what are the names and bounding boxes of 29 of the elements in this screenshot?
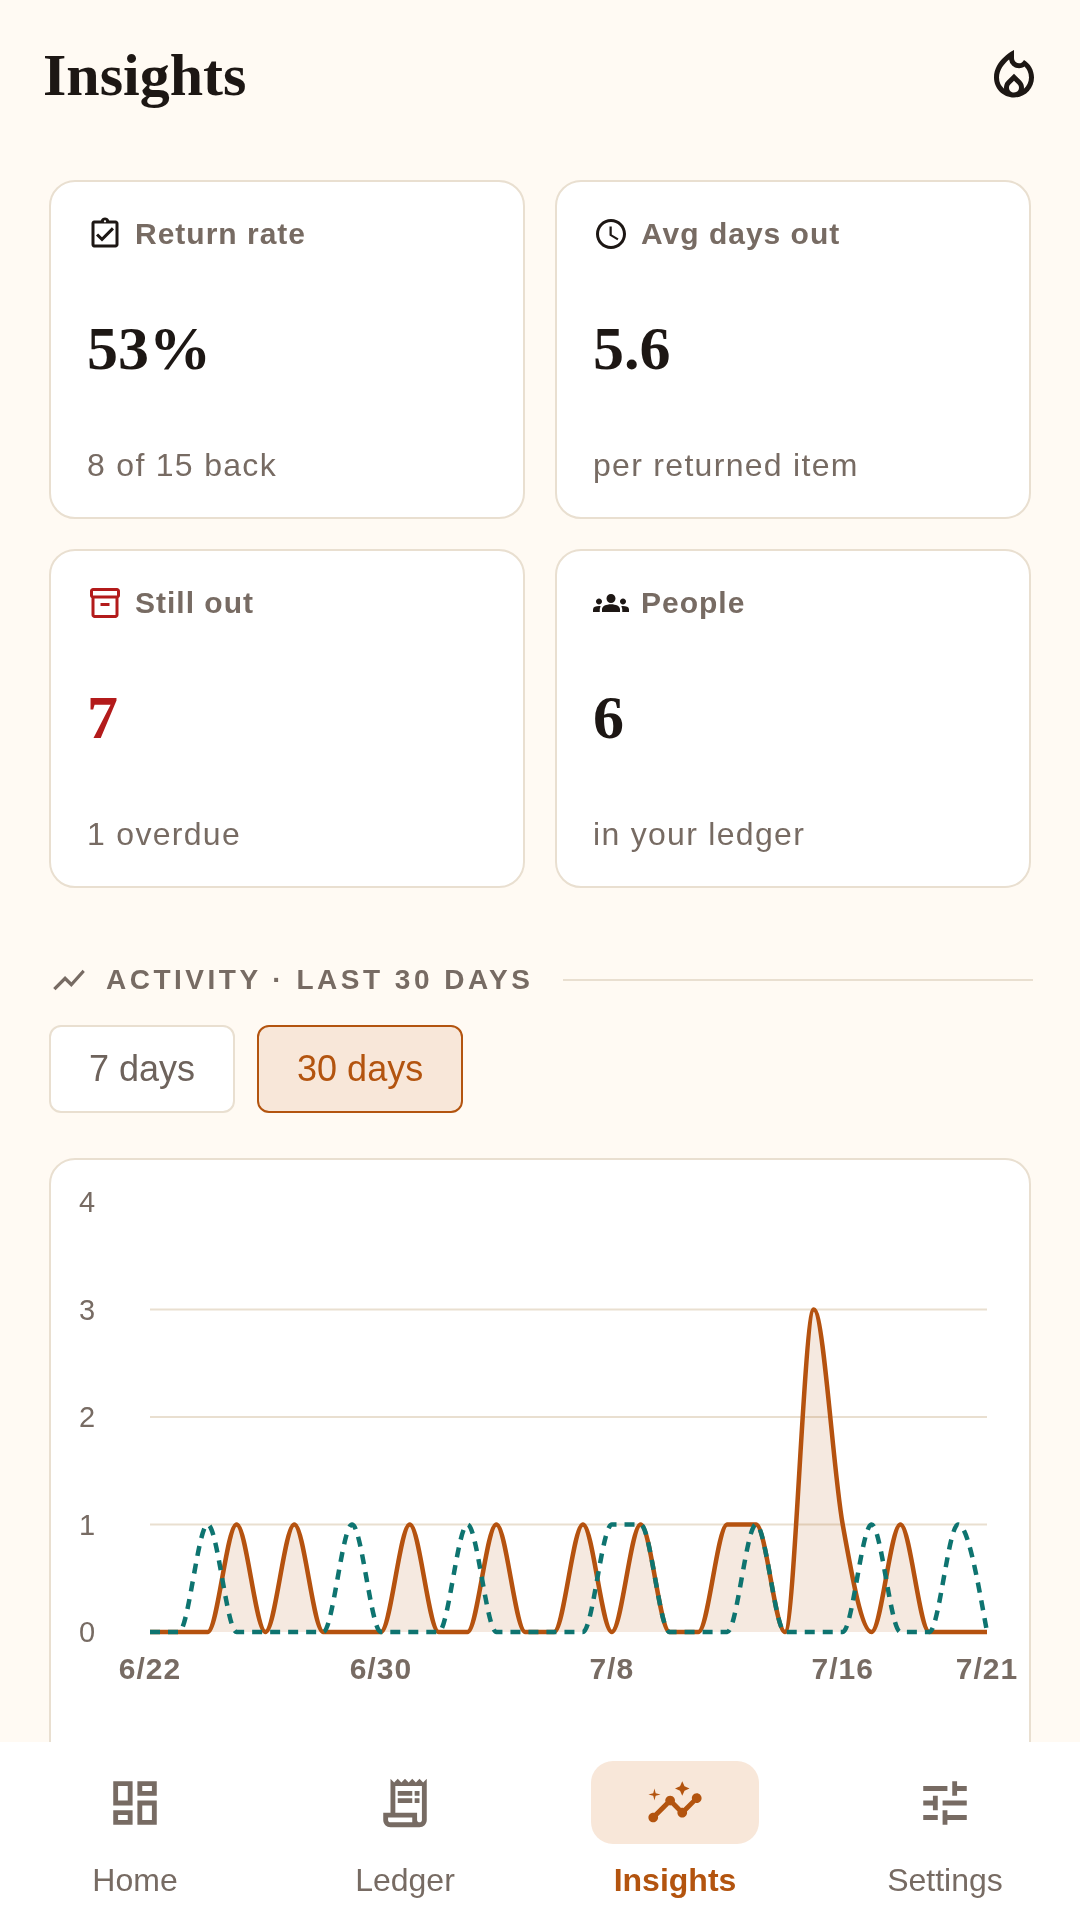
y-axis-label: 2 — [78, 1401, 96, 1433]
x-axis-label: 7/8 — [589, 1651, 635, 1685]
stat-label: Avg days out — [641, 217, 841, 251]
y-axis-label: 0 — [78, 1616, 96, 1648]
range-tab[interactable]: 30 days — [257, 1025, 464, 1113]
nav-tab[interactable]: Insights — [540, 1742, 810, 1920]
stat-caption: in your ledger — [593, 815, 806, 853]
stat-value: 7 — [87, 685, 118, 749]
x-axis-label: 6/22 — [118, 1651, 182, 1685]
stat-caption: per returned item — [593, 446, 859, 484]
section-title: ACTIVITY · LAST 30 DAYS — [106, 964, 534, 996]
range-tab[interactable]: 7 days — [49, 1025, 236, 1113]
y-axis-label: 3 — [78, 1293, 96, 1326]
x-axis-label: 7/21 — [955, 1651, 1019, 1685]
y-axis-label: 1 — [78, 1508, 96, 1541]
stat-caption: 1 overdue — [87, 815, 242, 853]
nav-tab[interactable]: Settings — [810, 1742, 1080, 1920]
stat-label: Return rate — [135, 217, 307, 251]
stat-value: 53% — [87, 316, 211, 380]
x-axis-label: 6/30 — [349, 1651, 413, 1685]
stat-caption: 8 of 15 back — [87, 446, 277, 484]
y-axis-label: 4 — [78, 1186, 96, 1218]
stat-label: People — [641, 586, 746, 620]
stat-value: 5.6 — [593, 316, 671, 380]
stat-label: Still out — [135, 586, 254, 620]
nav-tab[interactable]: Ledger — [270, 1742, 540, 1920]
x-axis-label: 7/16 — [811, 1651, 874, 1685]
nav-tab[interactable]: Home — [0, 1742, 270, 1920]
stat-value: 6 — [593, 685, 624, 749]
